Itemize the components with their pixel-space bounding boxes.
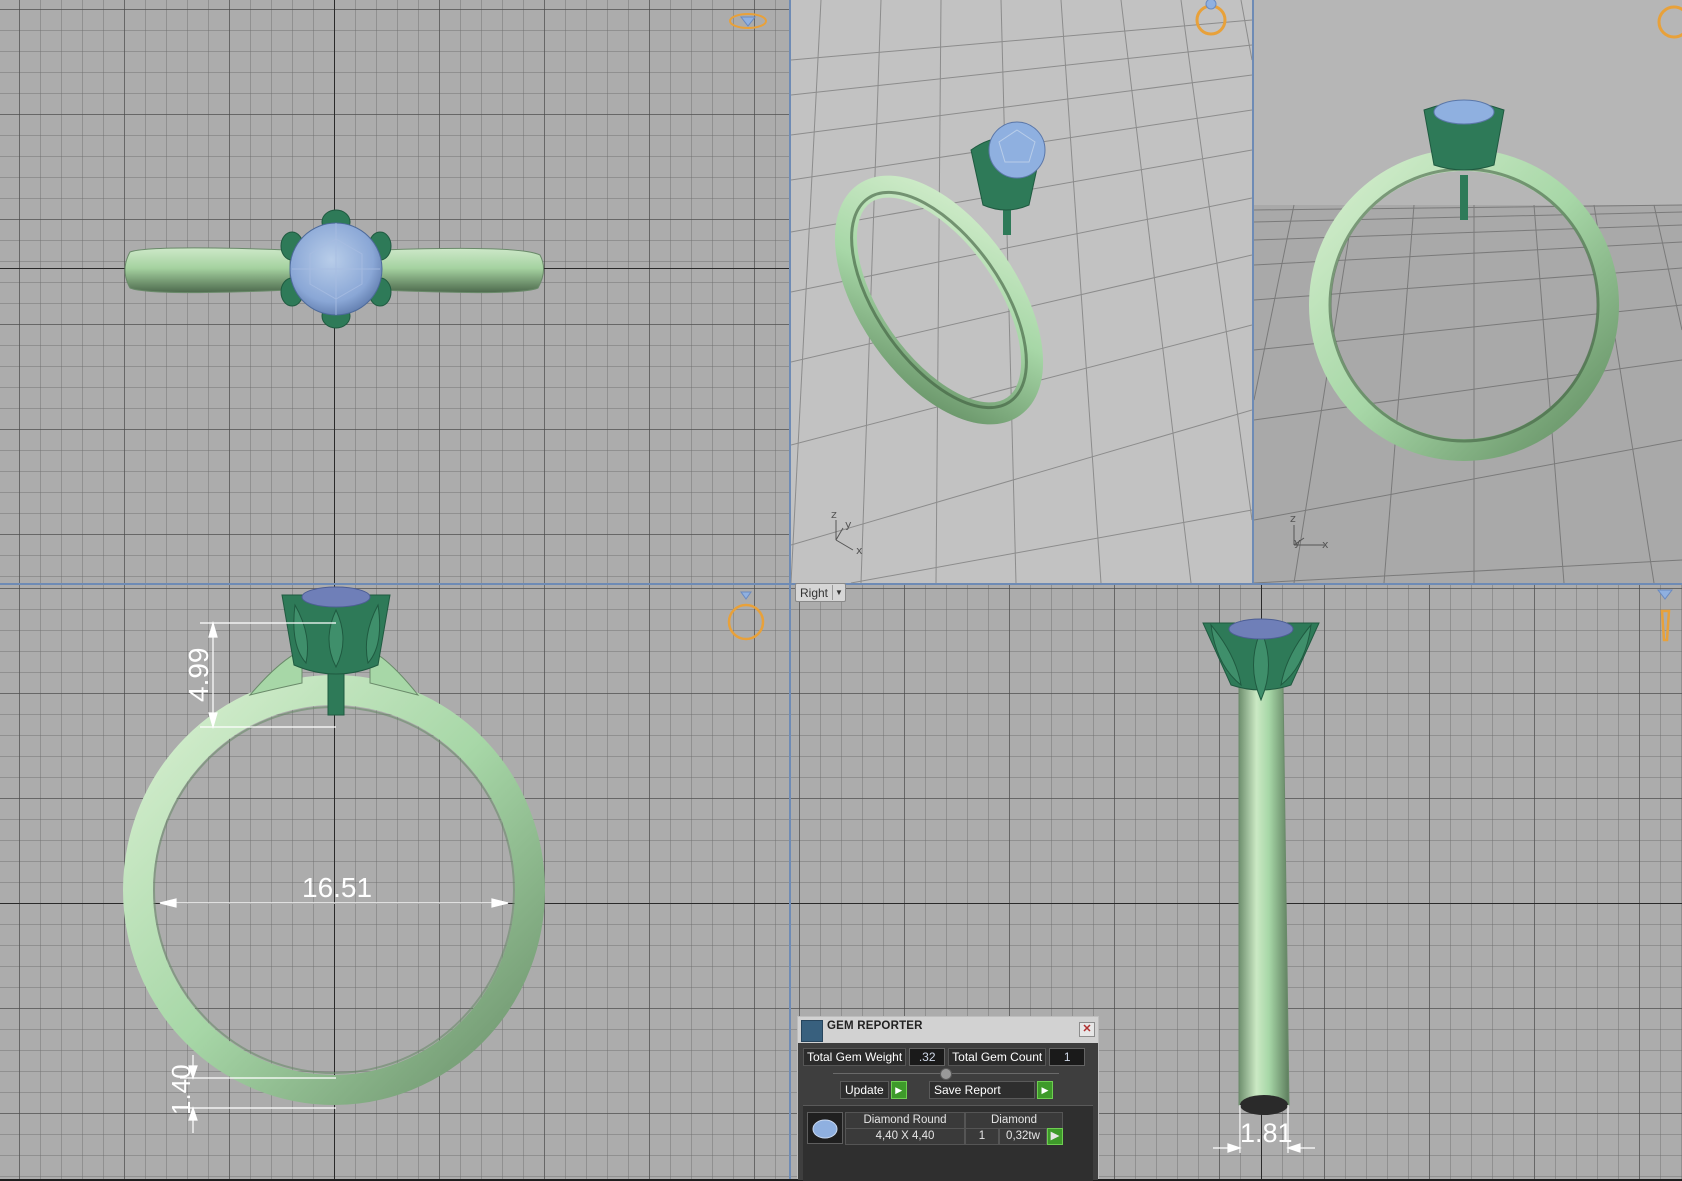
viewport-separator-vertical-2[interactable]: [1252, 0, 1254, 583]
axis-z-label: z: [831, 508, 837, 521]
ring-gizmo-icon: [1195, 0, 1227, 36]
update-button[interactable]: Update ▶: [840, 1081, 907, 1099]
right-gizmo-icon: [1656, 589, 1674, 642]
close-icon[interactable]: ✕: [1079, 1022, 1095, 1037]
top-view-render: [124, 13, 767, 329]
gem-reporter-app-icon: [801, 1020, 823, 1042]
dimension-inner-diameter: 16.51: [302, 872, 372, 903]
front-view-render: 4.99 16.51 1.40: [123, 586, 765, 1133]
total-gem-weight-value[interactable]: .32: [909, 1048, 946, 1066]
gem-reporter-titlebar[interactable]: GEM REPORTER ✕: [798, 1017, 1098, 1043]
axis-x-label-2: x: [1322, 538, 1329, 551]
viewport-view-dropdown[interactable]: Right ▼: [795, 583, 847, 602]
axis-y-label: y: [845, 518, 852, 531]
list-item[interactable]: Diamond Round 4,40 X 4,40 Diamond 1 0,32…: [807, 1112, 1077, 1145]
gem-shape: Diamond Round: [845, 1112, 965, 1129]
axis-x-label: x: [856, 544, 863, 557]
gem-reporter-panel: GEM REPORTER ✕ Total Gem Weight .32 Tota…: [797, 1016, 1099, 1181]
play-icon: ▶: [890, 1081, 907, 1099]
ring-side-shape: [1202, 618, 1320, 1115]
gem-reporter-title: GEM REPORTER: [827, 1020, 923, 1032]
viewport-perspective[interactable]: z y x: [791, 0, 1252, 583]
chevron-down-icon[interactable]: ▼: [832, 585, 845, 600]
dimension-prong-height: 4.99: [183, 648, 214, 703]
axis-z-label-2: z: [1290, 512, 1296, 525]
diamond-gizmo-icon: [729, 13, 767, 29]
ring-gizmo-icon-2: [1657, 5, 1682, 39]
gem-list: Diamond Round 4,40 X 4,40 Diamond 1 0,32…: [803, 1105, 1093, 1181]
play-icon: ▶: [1037, 1081, 1053, 1099]
gem-size: 4,40 X 4,40: [845, 1128, 965, 1145]
viewport-view-label: Right: [800, 585, 829, 600]
perspective-render: z y x: [791, 0, 1252, 583]
save-report-button-label: Save Report: [929, 1081, 1035, 1099]
viewport-top[interactable]: [0, 0, 789, 583]
update-button-label: Update: [840, 1081, 889, 1099]
total-gem-count-value[interactable]: 1: [1049, 1048, 1086, 1066]
ring-top-shape: [124, 209, 544, 329]
front-gizmo-icon: [727, 591, 765, 641]
gem-weight: 0,32tw: [999, 1128, 1047, 1145]
collapse-handle[interactable]: [940, 1068, 952, 1080]
gem-material: Diamond: [965, 1112, 1063, 1129]
perspective-render-2: z y x: [1254, 5, 1682, 583]
viewport-separator-vertical[interactable]: [789, 0, 791, 1179]
gem-thumbnail-icon: [807, 1112, 843, 1144]
viewport-perspective-2[interactable]: z y x: [1254, 0, 1682, 583]
save-report-button[interactable]: Save Report ▶: [929, 1081, 1053, 1099]
play-icon[interactable]: ▶: [1047, 1128, 1063, 1145]
dimension-shank-width: 1.81: [1240, 1118, 1293, 1148]
viewport-front[interactable]: 4.99 16.51 1.40: [0, 585, 789, 1179]
total-gem-weight-label: Total Gem Weight: [803, 1048, 907, 1066]
total-gem-count-label: Total Gem Count: [948, 1048, 1047, 1066]
axis-y-label-2: y: [1294, 536, 1301, 549]
dimension-shank-thickness: 1.40: [166, 1064, 196, 1115]
gem-count: 1: [965, 1128, 999, 1145]
